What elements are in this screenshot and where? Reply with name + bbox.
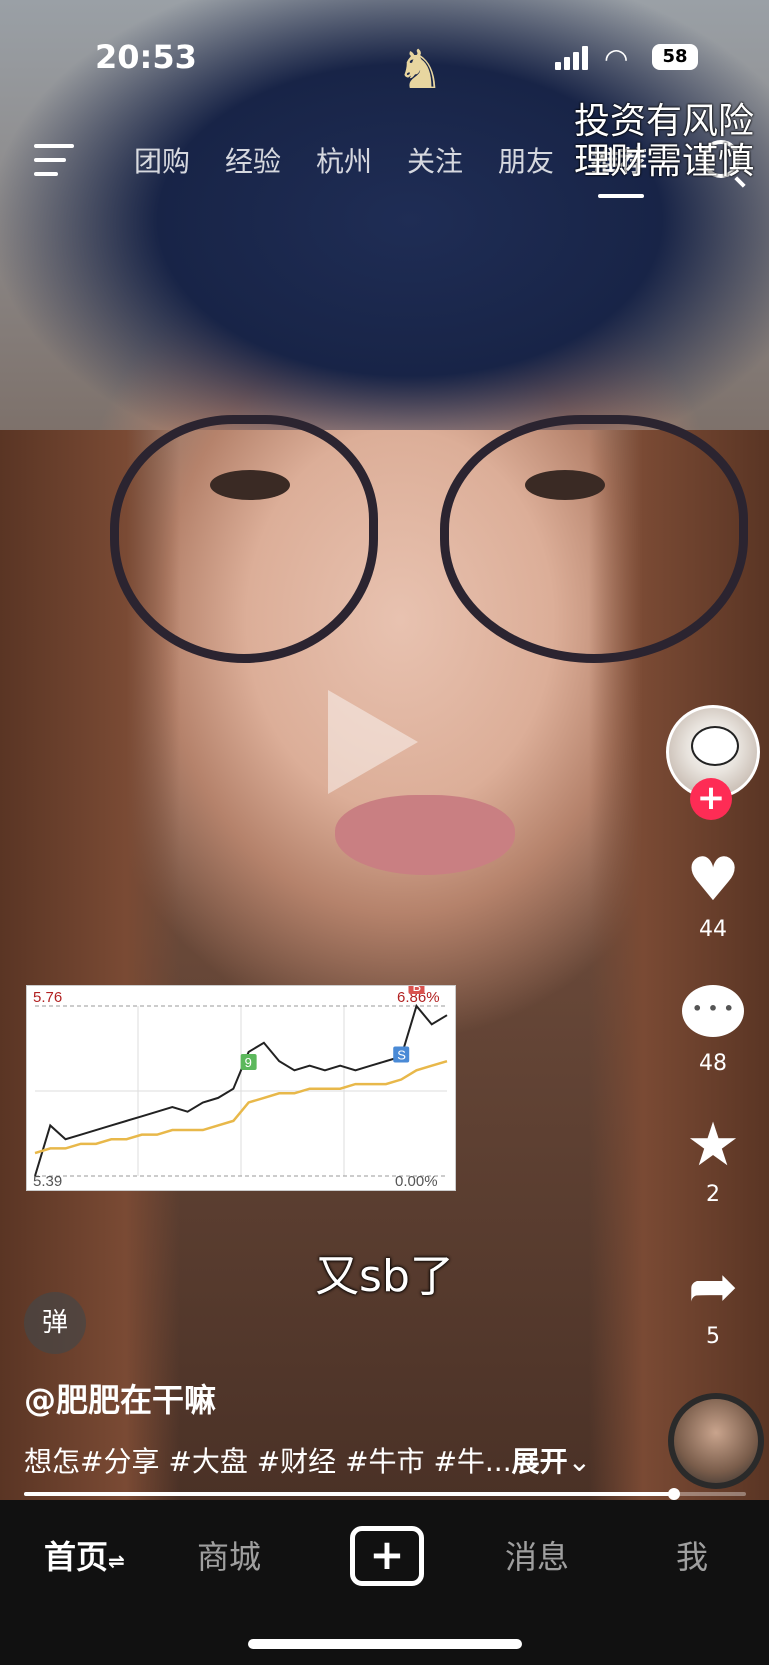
wifi-icon: ◠	[604, 42, 629, 75]
chart-pct-min-label: 0.00%	[395, 1173, 438, 1190]
like-button[interactable]: ♥ 44	[670, 845, 756, 942]
play-icon[interactable]	[328, 690, 418, 794]
tab-following[interactable]: 关注	[407, 140, 463, 180]
glasses-right-lens	[440, 415, 748, 663]
glasses-left-lens	[110, 415, 378, 663]
nav-me[interactable]: 我	[676, 1532, 708, 1578]
home-indicator	[248, 1639, 522, 1649]
risk-line-2: 理财需谨慎	[574, 141, 755, 182]
create-button[interactable]: +	[350, 1526, 424, 1586]
stock-chart: 5.76 5.39 6.86% 0.00% 9 S B	[26, 985, 456, 1191]
avatar-character-icon	[691, 726, 739, 766]
tab-friends[interactable]: 朋友	[498, 140, 554, 180]
tab-hangzhou[interactable]: 杭州	[316, 140, 372, 180]
signal-icon	[555, 46, 591, 70]
music-disc-icon[interactable]	[668, 1393, 764, 1489]
battery-indicator: 58	[652, 44, 698, 70]
post-description: 想怎#分享 #大盘 #财经 #牛市 #牛...展开⌄	[24, 1440, 591, 1480]
nav-home[interactable]: 首页⇌	[44, 1532, 125, 1578]
video-progress-bar[interactable]	[24, 1488, 746, 1500]
menu-icon[interactable]	[34, 144, 74, 176]
heart-icon: ♥	[686, 845, 740, 915]
nav-home-label: 首页	[44, 1538, 109, 1576]
risk-notice: 投资有风险 理财需谨慎	[574, 102, 754, 182]
follow-button[interactable]: +	[690, 778, 732, 820]
comment-count: 48	[699, 1051, 727, 1076]
like-count: 44	[699, 917, 727, 942]
share-button[interactable]: ➦ 5	[670, 1252, 756, 1349]
progress-knob[interactable]	[667, 1488, 680, 1500]
chevron-down-icon[interactable]: ⌄	[568, 1445, 591, 1478]
comment-icon	[682, 985, 744, 1037]
danmu-toggle-button[interactable]: 弹	[24, 1292, 86, 1354]
risk-line-1: 投资有风险	[574, 101, 755, 142]
status-time: 20:53	[95, 38, 197, 76]
chart-marker-label: S	[397, 1048, 406, 1063]
comment-button[interactable]: 48	[670, 975, 756, 1076]
progress-fill	[24, 1492, 674, 1496]
active-tab-indicator	[598, 194, 644, 198]
video-subtitle: 又sb了	[315, 1251, 454, 1302]
stock-chart-svg: 5.765.396.86%0.00%9 SB	[33, 986, 448, 1190]
share-arrow-icon: ➦	[687, 1252, 739, 1322]
author-name[interactable]: @肥肥在干嘛	[24, 1375, 216, 1421]
nav-messages[interactable]: 消息	[505, 1532, 569, 1578]
bottom-nav: 首页⇌ 商城 + 消息 我	[0, 1500, 769, 1665]
description-text: 想怎#分享 #大盘 #财经 #牛市 #牛...	[24, 1445, 512, 1478]
lips	[335, 795, 515, 875]
share-count: 5	[706, 1324, 720, 1349]
favorite-count: 2	[706, 1182, 720, 1207]
star-icon: ★	[686, 1110, 740, 1180]
nav-mall[interactable]: 商城	[197, 1532, 261, 1578]
chart-marker-label: B	[412, 986, 421, 994]
expand-link[interactable]: 展开	[512, 1445, 568, 1478]
status-bar: 20:53 ◠ 58	[0, 38, 769, 78]
tab-groupbuy[interactable]: 团购	[134, 140, 190, 180]
chart-ymax-label: 5.76	[33, 989, 62, 1006]
tab-experience[interactable]: 经验	[225, 140, 281, 180]
favorite-button[interactable]: ★ 2	[670, 1110, 756, 1207]
switch-arrows-icon: ⇌	[108, 1549, 125, 1573]
chart-marker-label: 9	[245, 1055, 252, 1070]
chart-ymin-label: 5.39	[33, 1173, 62, 1190]
